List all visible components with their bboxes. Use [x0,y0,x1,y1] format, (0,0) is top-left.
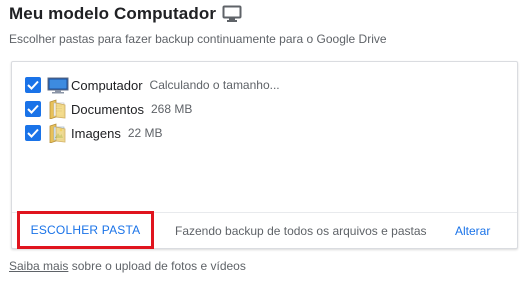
folder-row-documentos: Documentos 268 MB [25,99,193,120]
change-link[interactable]: Alterar [455,224,490,238]
checkmark-icon [27,128,39,138]
learn-more-text: sobre o upload de fotos e vídeos [71,259,246,273]
page-title: Meu modelo Computador [9,4,217,23]
monitor-icon [222,5,242,23]
learn-more-line: Saiba mais sobre o upload de fotos e víd… [9,259,246,273]
computer-icon [47,75,69,95]
folder-size: 22 MB [127,126,163,140]
folder-icon [47,99,69,120]
folder-name: Computador [71,77,143,93]
checkbox-documentos[interactable] [25,101,41,117]
checkbox-computador[interactable] [25,77,41,93]
checkmark-icon [27,80,39,90]
folders-card: Computador Calculando o tamanho... Docum… [11,61,518,249]
backup-status: Fazendo backup de todos os arquivos e pa… [175,224,427,238]
checkmark-icon [27,104,39,114]
choose-folder-button[interactable]: ESCOLHER PASTA [17,211,154,249]
folder-size: 268 MB [150,102,193,116]
folder-row-computador: Computador Calculando o tamanho... [25,75,280,95]
folder-size: Calculando o tamanho... [149,78,280,92]
checkbox-imagens[interactable] [25,125,41,141]
folder-images-icon [47,123,69,144]
folder-name: Imagens [71,125,121,141]
learn-more-link[interactable]: Saiba mais [9,259,68,273]
folder-name: Documentos [71,101,144,117]
folder-row-imagens: Imagens 22 MB [25,123,163,144]
card-footer: ESCOLHER PASTA Fazendo backup de todos o… [12,211,517,250]
title-row: Meu modelo Computador [9,4,242,24]
page-subtitle: Escolher pastas para fazer backup contin… [9,32,387,46]
